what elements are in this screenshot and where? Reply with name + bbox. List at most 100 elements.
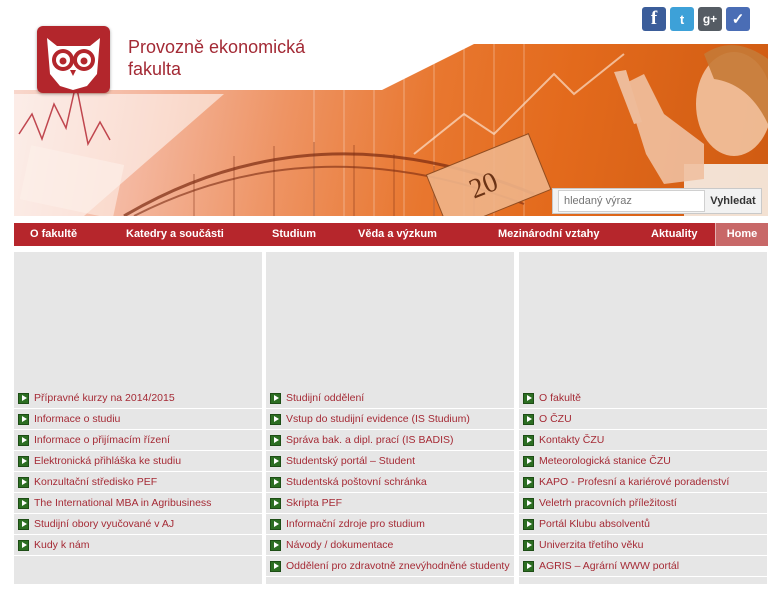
list-item[interactable]: Skripta PEF [266,493,514,514]
search-button[interactable]: Vyhledat [707,190,759,212]
arrow-bullet-icon [270,476,281,488]
faculty-name-line1: Provozně ekonomická [128,37,306,57]
nav-item-mezinarodni-vztahy[interactable]: Mezinárodní vztahy [498,223,599,246]
faculty-logo[interactable] [37,26,110,93]
list-item[interactable]: Meteorologická stanice ČZU [519,451,767,472]
arrow-bullet-icon [18,392,29,404]
link-text[interactable]: Studijní oddělení [286,392,364,404]
link-text[interactable]: Přípravné kurzy na 2014/2015 [34,392,175,404]
link-text[interactable]: Vstup do studijní evidence (IS Studium) [286,413,470,425]
link-text[interactable]: O fakultě [539,392,581,404]
list-item[interactable]: Návody / dokumentace [266,535,514,556]
list-item[interactable]: Informace o přijímacím řízení [14,430,262,451]
list-item[interactable]: Studentský portál – Student [266,451,514,472]
list-item[interactable]: Vstup do studijní evidence (IS Studium) [266,409,514,430]
list-item[interactable]: Studijní oddělení [266,388,514,409]
link-text[interactable]: Informace o studiu [34,413,120,425]
nav-item-home[interactable]: Home [715,223,768,246]
link-list: Přípravné kurzy na 2014/2015 Informace o… [14,388,262,556]
link-text[interactable]: Oddělení pro zdravotně znevýhodněné stud… [286,560,510,572]
nav-item-veda-a-vyzkum[interactable]: Věda a výzkum [358,223,437,246]
arrow-bullet-icon [523,560,534,572]
arrow-bullet-icon [270,539,281,551]
nav-item-aktuality[interactable]: Aktuality [651,223,697,246]
link-text[interactable]: Informace o přijímacím řízení [34,434,170,446]
list-item[interactable]: AGRIS – Agrární WWW portál [519,556,767,577]
link-text[interactable]: Správa bak. a dipl. prací (IS BADIS) [286,434,454,446]
arrow-bullet-icon [523,455,534,467]
link-text[interactable]: AGRIS – Agrární WWW portál [539,560,679,572]
link-column-2: Studijní oddělení Vstup do studijní evid… [266,252,514,584]
list-item[interactable]: Přípravné kurzy na 2014/2015 [14,388,262,409]
header: 20 Provozně ekonomická fakulta f t g+ ✓ … [0,0,781,222]
arrow-bullet-icon [270,455,281,467]
arrow-bullet-icon [18,497,29,509]
faculty-name-line2: fakulta [128,59,182,79]
facebook-icon[interactable]: f [642,7,666,31]
arrow-bullet-icon [270,392,281,404]
link-text[interactable]: Konzultační středisko PEF [34,476,157,488]
list-item[interactable]: Konzultační středisko PEF [14,472,262,493]
link-text[interactable]: Skripta PEF [286,497,342,509]
link-text[interactable]: Portál Klubu absolventů [539,518,650,530]
link-text[interactable]: The International MBA in Agribusiness [34,497,211,509]
link-text[interactable]: Studentský portál – Student [286,455,415,467]
link-text[interactable]: Návody / dokumentace [286,539,393,551]
arrow-bullet-icon [270,434,281,446]
arrow-bullet-icon [18,476,29,488]
link-text[interactable]: Studentská poštovní schránka [286,476,427,488]
list-item[interactable]: Elektronická přihláška ke studiu [14,451,262,472]
arrow-bullet-icon [523,497,534,509]
link-text[interactable]: O ČZU [539,413,572,425]
link-text[interactable]: Univerzita třetího věku [539,539,643,551]
list-item[interactable]: Univerzita třetího věku [519,535,767,556]
link-text[interactable]: KAPO - Profesní a kariérové poradenství [539,476,729,488]
arrow-bullet-icon [18,455,29,467]
arrow-bullet-icon [523,434,534,446]
link-list: O fakultě O ČZU Kontakty ČZU Meteorologi… [519,388,767,577]
search-box: Vyhledat [552,188,762,214]
list-item[interactable]: Kontakty ČZU [519,430,767,451]
link-text[interactable]: Kontakty ČZU [539,434,604,446]
owl-icon [47,38,100,90]
list-item[interactable]: Veletrh pracovních příležitostí [519,493,767,514]
link-column-1: Přípravné kurzy na 2014/2015 Informace o… [14,252,262,584]
arrow-bullet-icon [18,518,29,530]
list-item[interactable]: KAPO - Profesní a kariérové poradenství [519,472,767,493]
list-item[interactable]: O fakultě [519,388,767,409]
link-column-3: O fakultě O ČZU Kontakty ČZU Meteorologi… [519,252,767,584]
search-input[interactable] [558,190,705,212]
main-nav: O fakultě Katedry a součásti Studium Věd… [14,223,768,246]
link-text[interactable]: Studijní obory vyučované v AJ [34,518,174,530]
arrow-bullet-icon [523,518,534,530]
arrow-bullet-icon [270,560,281,572]
twitter-icon[interactable]: t [670,7,694,31]
list-item[interactable]: Informace o studiu [14,409,262,430]
list-item[interactable]: O ČZU [519,409,767,430]
list-item[interactable]: Správa bak. a dipl. prací (IS BADIS) [266,430,514,451]
nav-item-o-fakulte[interactable]: O fakultě [30,223,77,246]
list-item[interactable]: Oddělení pro zdravotně znevýhodněné stud… [266,556,514,577]
list-item[interactable]: Informační zdroje pro studium [266,514,514,535]
checkmark-icon[interactable]: ✓ [726,7,750,31]
google-plus-icon[interactable]: g+ [698,7,722,31]
link-text[interactable]: Veletrh pracovních příležitostí [539,497,677,509]
nav-item-studium[interactable]: Studium [272,223,316,246]
arrow-bullet-icon [270,413,281,425]
link-text[interactable]: Kudy k nám [34,539,89,551]
list-item[interactable]: The International MBA in Agribusiness [14,493,262,514]
arrow-bullet-icon [18,413,29,425]
faculty-name[interactable]: Provozně ekonomická fakulta [128,36,368,80]
nav-item-katedry[interactable]: Katedry a součásti [126,223,224,246]
link-list: Studijní oddělení Vstup do studijní evid… [266,388,514,577]
list-item[interactable]: Studijní obory vyučované v AJ [14,514,262,535]
list-item[interactable]: Kudy k nám [14,535,262,556]
arrow-bullet-icon [523,476,534,488]
list-item[interactable]: Portál Klubu absolventů [519,514,767,535]
arrow-bullet-icon [270,497,281,509]
arrow-bullet-icon [523,413,534,425]
link-text[interactable]: Meteorologická stanice ČZU [539,455,671,467]
link-text[interactable]: Elektronická přihláška ke studiu [34,455,181,467]
link-text[interactable]: Informační zdroje pro studium [286,518,425,530]
list-item[interactable]: Studentská poštovní schránka [266,472,514,493]
